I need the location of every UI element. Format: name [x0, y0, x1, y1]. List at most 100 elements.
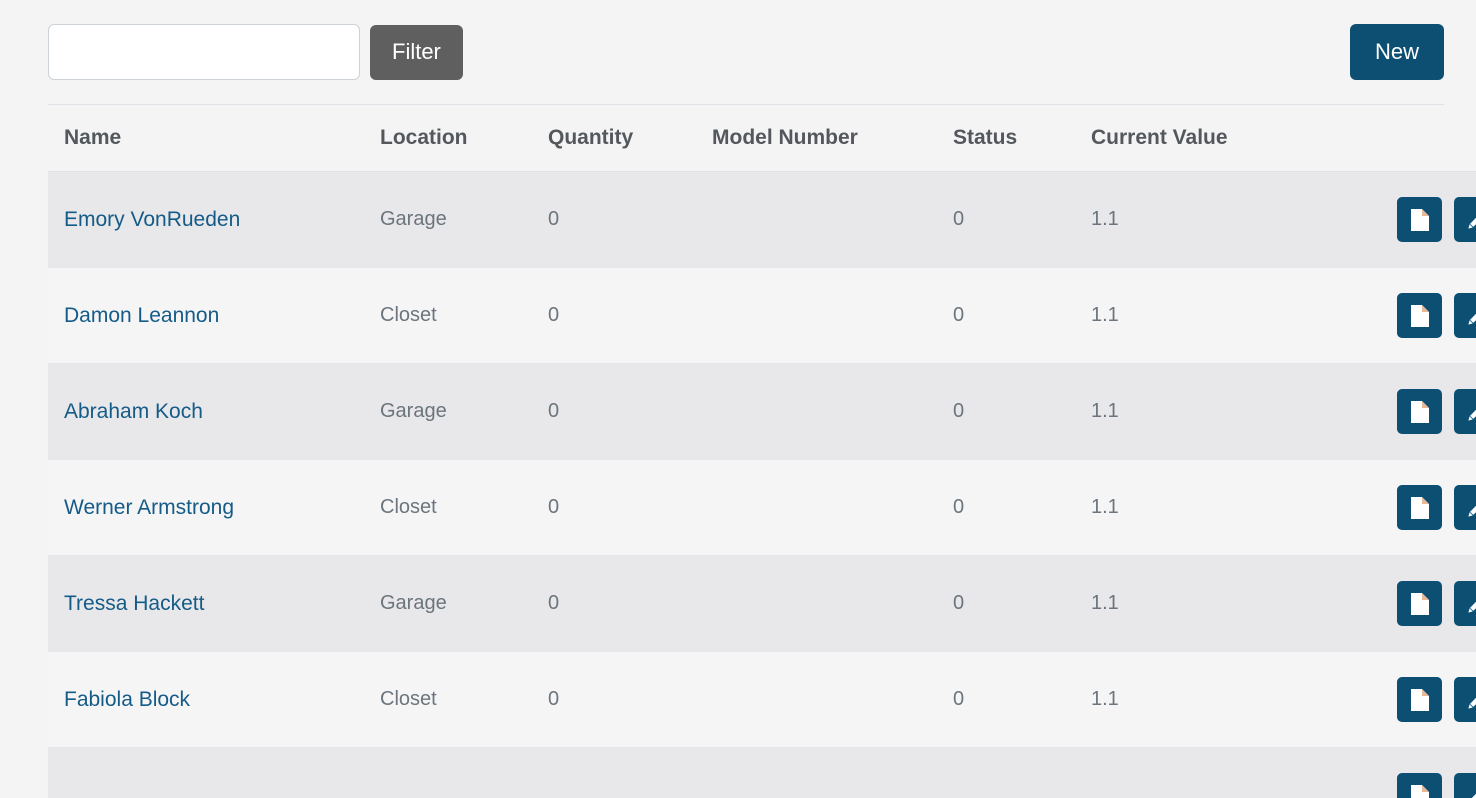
- inventory-table-container: Name Location Quantity Model Number Stat…: [48, 104, 1444, 798]
- table-row: Fabiola Block Closet 0 0 1.1: [48, 652, 1476, 748]
- document-icon: [1409, 208, 1431, 232]
- view-button[interactable]: [1397, 293, 1442, 338]
- cell-location: Closet: [364, 268, 532, 364]
- cell-current-value: 1.1: [1075, 460, 1309, 556]
- pencil-icon: [1465, 400, 1476, 424]
- edit-button[interactable]: [1454, 485, 1476, 530]
- pencil-icon: [1465, 496, 1476, 520]
- cell-name: Abraham Koch: [48, 364, 364, 460]
- row-action-group: [1325, 389, 1476, 434]
- item-name-link[interactable]: Tressa Hackett: [64, 592, 204, 615]
- view-button[interactable]: [1397, 581, 1442, 626]
- item-name-link[interactable]: Emory VonRueden: [64, 208, 240, 231]
- item-name-link[interactable]: Fabiola Block: [64, 688, 190, 711]
- new-button[interactable]: New: [1350, 24, 1444, 80]
- edit-button[interactable]: [1454, 293, 1476, 338]
- cell-location: Garage: [364, 364, 532, 460]
- inventory-table: Name Location Quantity Model Number Stat…: [48, 105, 1476, 798]
- column-header-model-number: Model Number: [696, 105, 937, 172]
- view-button[interactable]: [1397, 197, 1442, 242]
- table-head: Name Location Quantity Model Number Stat…: [48, 105, 1476, 172]
- cell-model-number: [696, 268, 937, 364]
- cell-name: [48, 748, 364, 798]
- cell-name: Werner Armstrong: [48, 460, 364, 556]
- cell-model-number: [696, 748, 937, 798]
- column-header-status: Status: [937, 105, 1075, 172]
- table-row: Abraham Koch Garage 0 0 1.1: [48, 364, 1476, 460]
- cell-status: 0: [937, 460, 1075, 556]
- column-header-location: Location: [364, 105, 532, 172]
- toolbar: Filter New: [48, 0, 1444, 104]
- cell-current-value: 1.1: [1075, 268, 1309, 364]
- cell-actions: [1309, 748, 1476, 798]
- cell-actions: [1309, 460, 1476, 556]
- document-icon: [1409, 784, 1431, 798]
- search-input[interactable]: [48, 24, 360, 80]
- cell-actions: [1309, 364, 1476, 460]
- cell-location: Closet: [364, 460, 532, 556]
- table-body: Emory VonRueden Garage 0 0 1.1: [48, 172, 1476, 798]
- cell-actions: [1309, 556, 1476, 652]
- cell-model-number: [696, 652, 937, 748]
- cell-name: Tressa Hackett: [48, 556, 364, 652]
- edit-button[interactable]: [1454, 773, 1476, 798]
- table-row: Werner Armstrong Closet 0 0 1.1: [48, 460, 1476, 556]
- cell-quantity: 0: [532, 364, 696, 460]
- cell-location: Closet: [364, 652, 532, 748]
- column-header-name: Name: [48, 105, 364, 172]
- cell-status: [937, 748, 1075, 798]
- view-button[interactable]: [1397, 677, 1442, 722]
- pencil-icon: [1465, 592, 1476, 616]
- view-button[interactable]: [1397, 389, 1442, 434]
- cell-quantity: 0: [532, 268, 696, 364]
- cell-location: [364, 748, 532, 798]
- view-button[interactable]: [1397, 773, 1442, 798]
- edit-button[interactable]: [1454, 197, 1476, 242]
- table-row: Emory VonRueden Garage 0 0 1.1: [48, 172, 1476, 268]
- row-action-group: [1325, 293, 1476, 338]
- inventory-page: Filter New Name Location Quantity Model …: [0, 0, 1476, 798]
- item-name-link[interactable]: Abraham Koch: [64, 400, 203, 423]
- row-action-group: [1325, 773, 1476, 798]
- cell-quantity: 0: [532, 460, 696, 556]
- row-action-group: [1325, 197, 1476, 242]
- cell-name: Damon Leannon: [48, 268, 364, 364]
- cell-name: Fabiola Block: [48, 652, 364, 748]
- cell-current-value: 1.1: [1075, 172, 1309, 268]
- table-row: Damon Leannon Closet 0 0 1.1: [48, 268, 1476, 364]
- table-row: Tressa Hackett Garage 0 0 1.1: [48, 556, 1476, 652]
- document-icon: [1409, 400, 1431, 424]
- edit-button[interactable]: [1454, 389, 1476, 434]
- cell-status: 0: [937, 652, 1075, 748]
- document-icon: [1409, 592, 1431, 616]
- row-action-group: [1325, 677, 1476, 722]
- filter-button[interactable]: Filter: [370, 25, 463, 80]
- document-icon: [1409, 496, 1431, 520]
- cell-actions: [1309, 172, 1476, 268]
- row-action-group: [1325, 581, 1476, 626]
- cell-status: 0: [937, 364, 1075, 460]
- view-button[interactable]: [1397, 485, 1442, 530]
- cell-name: Emory VonRueden: [48, 172, 364, 268]
- cell-quantity: 0: [532, 172, 696, 268]
- cell-quantity: 0: [532, 652, 696, 748]
- edit-button[interactable]: [1454, 677, 1476, 722]
- cell-location: Garage: [364, 172, 532, 268]
- cell-location: Garage: [364, 556, 532, 652]
- item-name-link[interactable]: Damon Leannon: [64, 304, 219, 327]
- edit-button[interactable]: [1454, 581, 1476, 626]
- document-icon: [1409, 688, 1431, 712]
- cell-current-value: 1.1: [1075, 556, 1309, 652]
- cell-status: 0: [937, 172, 1075, 268]
- cell-actions: [1309, 268, 1476, 364]
- cell-actions: [1309, 652, 1476, 748]
- cell-status: 0: [937, 556, 1075, 652]
- document-icon: [1409, 304, 1431, 328]
- pencil-icon: [1465, 784, 1476, 798]
- item-name-link[interactable]: Werner Armstrong: [64, 496, 234, 519]
- cell-current-value: 1.1: [1075, 652, 1309, 748]
- row-action-group: [1325, 485, 1476, 530]
- pencil-icon: [1465, 688, 1476, 712]
- column-header-current-value: Current Value: [1075, 105, 1309, 172]
- cell-model-number: [696, 460, 937, 556]
